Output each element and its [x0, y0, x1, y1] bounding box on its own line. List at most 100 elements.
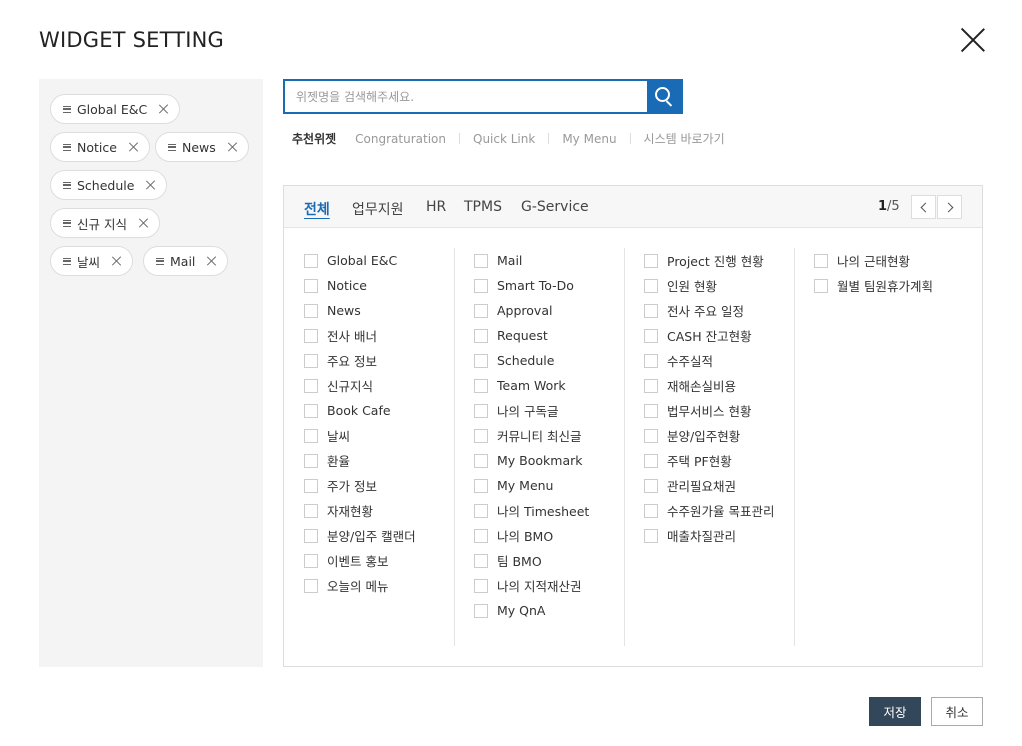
- widget-item[interactable]: 오늘의 메뉴: [304, 573, 416, 598]
- widget-item[interactable]: Project 진행 현황: [644, 248, 774, 273]
- widget-item[interactable]: My Menu: [474, 473, 589, 498]
- search-button[interactable]: [647, 79, 683, 114]
- widget-checkbox[interactable]: [644, 528, 658, 543]
- drag-handle-icon[interactable]: [63, 257, 71, 265]
- remove-icon[interactable]: [112, 256, 122, 266]
- widget-item[interactable]: CASH 잔고현황: [644, 323, 774, 348]
- widget-checkbox[interactable]: [304, 578, 318, 593]
- widget-item[interactable]: Mail: [474, 248, 589, 273]
- widget-item[interactable]: 커뮤니티 최신글: [474, 423, 589, 448]
- tab-all[interactable]: 전체: [304, 199, 330, 219]
- widget-item[interactable]: 자재현황: [304, 498, 416, 523]
- drag-handle-icon[interactable]: [63, 105, 71, 113]
- widget-checkbox[interactable]: [304, 428, 318, 443]
- widget-item[interactable]: 분양/입주 캘랜더: [304, 523, 416, 548]
- widget-checkbox[interactable]: [814, 278, 828, 293]
- tab-hr[interactable]: HR: [426, 199, 446, 215]
- widget-item[interactable]: News: [304, 298, 416, 323]
- widget-checkbox[interactable]: [814, 253, 828, 268]
- remove-icon[interactable]: [146, 180, 156, 190]
- selected-chip[interactable]: Global E&C: [50, 94, 181, 124]
- widget-checkbox[interactable]: [474, 353, 488, 368]
- remove-icon[interactable]: [228, 142, 238, 152]
- selected-chip[interactable]: Schedule: [50, 170, 168, 200]
- widget-checkbox[interactable]: [474, 378, 488, 393]
- widget-checkbox[interactable]: [644, 428, 658, 443]
- widget-item[interactable]: Smart To-Do: [474, 273, 589, 298]
- widget-item[interactable]: 법무서비스 현황: [644, 398, 774, 423]
- drag-handle-icon[interactable]: [156, 257, 164, 265]
- widget-checkbox[interactable]: [304, 528, 318, 543]
- search-input[interactable]: [285, 81, 648, 112]
- widget-checkbox[interactable]: [304, 328, 318, 343]
- widget-item[interactable]: 주요 정보: [304, 348, 416, 373]
- selected-chip[interactable]: 날씨: [50, 246, 134, 276]
- next-page-button[interactable]: [937, 195, 962, 219]
- widget-checkbox[interactable]: [304, 278, 318, 293]
- tab-g-service[interactable]: G-Service: [521, 199, 589, 215]
- widget-checkbox[interactable]: [644, 328, 658, 343]
- widget-checkbox[interactable]: [644, 403, 658, 418]
- widget-checkbox[interactable]: [304, 403, 318, 418]
- widget-item[interactable]: 주가 정보: [304, 473, 416, 498]
- widget-item[interactable]: 분양/입주현황: [644, 423, 774, 448]
- widget-item[interactable]: Approval: [474, 298, 589, 323]
- widget-item[interactable]: Notice: [304, 273, 416, 298]
- widget-checkbox[interactable]: [644, 278, 658, 293]
- drag-handle-icon[interactable]: [168, 143, 176, 151]
- widget-item[interactable]: Team Work: [474, 373, 589, 398]
- widget-checkbox[interactable]: [644, 503, 658, 518]
- save-button[interactable]: 저장: [869, 697, 921, 726]
- widget-item[interactable]: 재해손실비용: [644, 373, 774, 398]
- widget-item[interactable]: 날씨: [304, 423, 416, 448]
- widget-checkbox[interactable]: [474, 503, 488, 518]
- quick-link-my-menu[interactable]: My Menu: [562, 132, 616, 146]
- close-icon[interactable]: [960, 27, 986, 53]
- widget-checkbox[interactable]: [474, 303, 488, 318]
- widget-item[interactable]: 매출차질관리: [644, 523, 774, 548]
- widget-checkbox[interactable]: [644, 353, 658, 368]
- remove-icon[interactable]: [139, 218, 149, 228]
- widget-checkbox[interactable]: [474, 328, 488, 343]
- widget-item[interactable]: 신규지식: [304, 373, 416, 398]
- selected-chip[interactable]: News: [155, 132, 249, 162]
- widget-item[interactable]: 팀 BMO: [474, 548, 589, 573]
- quick-link-recommended[interactable]: 추천위젯: [292, 130, 336, 147]
- widget-item[interactable]: 주택 PF현황: [644, 448, 774, 473]
- tab-tpms[interactable]: TPMS: [464, 199, 502, 215]
- drag-handle-icon[interactable]: [63, 219, 71, 227]
- widget-checkbox[interactable]: [474, 278, 488, 293]
- selected-chip[interactable]: Mail: [143, 246, 229, 276]
- remove-icon[interactable]: [159, 104, 169, 114]
- widget-item[interactable]: 나의 근태현황: [814, 248, 933, 273]
- widget-item[interactable]: Schedule: [474, 348, 589, 373]
- widget-item[interactable]: 전사 배너: [304, 323, 416, 348]
- widget-checkbox[interactable]: [304, 253, 318, 268]
- selected-chip[interactable]: Notice: [50, 132, 150, 162]
- widget-item[interactable]: 인원 현황: [644, 273, 774, 298]
- widget-checkbox[interactable]: [474, 578, 488, 593]
- widget-checkbox[interactable]: [304, 503, 318, 518]
- widget-item[interactable]: 나의 구독글: [474, 398, 589, 423]
- widget-item[interactable]: 나의 지적재산권: [474, 573, 589, 598]
- widget-item[interactable]: My QnA: [474, 598, 589, 623]
- widget-checkbox[interactable]: [474, 253, 488, 268]
- widget-checkbox[interactable]: [474, 478, 488, 493]
- widget-item[interactable]: 수주원가율 목표관리: [644, 498, 774, 523]
- widget-item[interactable]: 수주실적: [644, 348, 774, 373]
- widget-item[interactable]: 관리필요채권: [644, 473, 774, 498]
- widget-item[interactable]: 환율: [304, 448, 416, 473]
- remove-icon[interactable]: [207, 256, 217, 266]
- widget-item[interactable]: My Bookmark: [474, 448, 589, 473]
- widget-checkbox[interactable]: [644, 453, 658, 468]
- widget-checkbox[interactable]: [474, 403, 488, 418]
- widget-checkbox[interactable]: [304, 303, 318, 318]
- widget-checkbox[interactable]: [644, 253, 658, 268]
- widget-checkbox[interactable]: [304, 553, 318, 568]
- widget-checkbox[interactable]: [474, 553, 488, 568]
- widget-checkbox[interactable]: [304, 353, 318, 368]
- widget-checkbox[interactable]: [304, 478, 318, 493]
- cancel-button[interactable]: 취소: [931, 697, 983, 726]
- widget-checkbox[interactable]: [474, 603, 488, 618]
- widget-checkbox[interactable]: [474, 528, 488, 543]
